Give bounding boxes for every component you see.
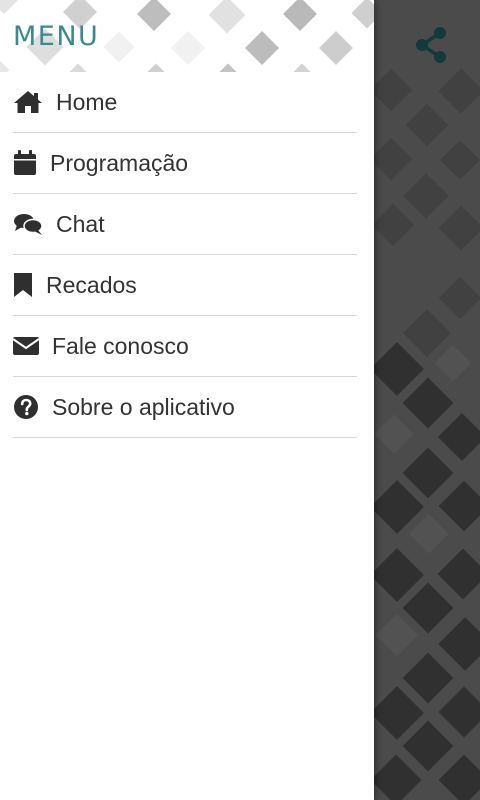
menu-item-label: Chat (56, 210, 105, 237)
menu-title: MENU (13, 21, 100, 52)
menu-item-recados[interactable]: Recados (13, 255, 357, 316)
menu-item-label: Home (56, 88, 118, 115)
navigation-drawer: MENU Home Programação Chat Recados Fale … (0, 0, 374, 800)
menu-item-label: Programação (50, 149, 189, 176)
menu-list: Home Programação Chat Recados Fale conos… (0, 72, 374, 438)
menu-item-fale-conosco[interactable]: Fale conosco (13, 316, 357, 377)
menu-item-label: Fale conosco (52, 332, 189, 359)
menu-item-programacao[interactable]: Programação (13, 133, 357, 194)
envelope-icon (13, 333, 39, 359)
menu-item-sobre[interactable]: Sobre o aplicativo (13, 377, 357, 438)
home-icon (13, 89, 43, 115)
calendar-icon (13, 150, 37, 176)
menu-item-label: Sobre o aplicativo (52, 393, 235, 420)
menu-item-label: Recados (46, 271, 137, 298)
question-circle-icon (13, 394, 39, 420)
menu-item-home[interactable]: Home (13, 72, 357, 133)
chat-bubbles-icon (13, 211, 43, 237)
share-icon (416, 27, 446, 63)
share-button[interactable] (414, 26, 456, 68)
menu-item-chat[interactable]: Chat (13, 194, 357, 255)
drawer-header: MENU (0, 0, 374, 72)
bookmark-icon (13, 272, 33, 298)
